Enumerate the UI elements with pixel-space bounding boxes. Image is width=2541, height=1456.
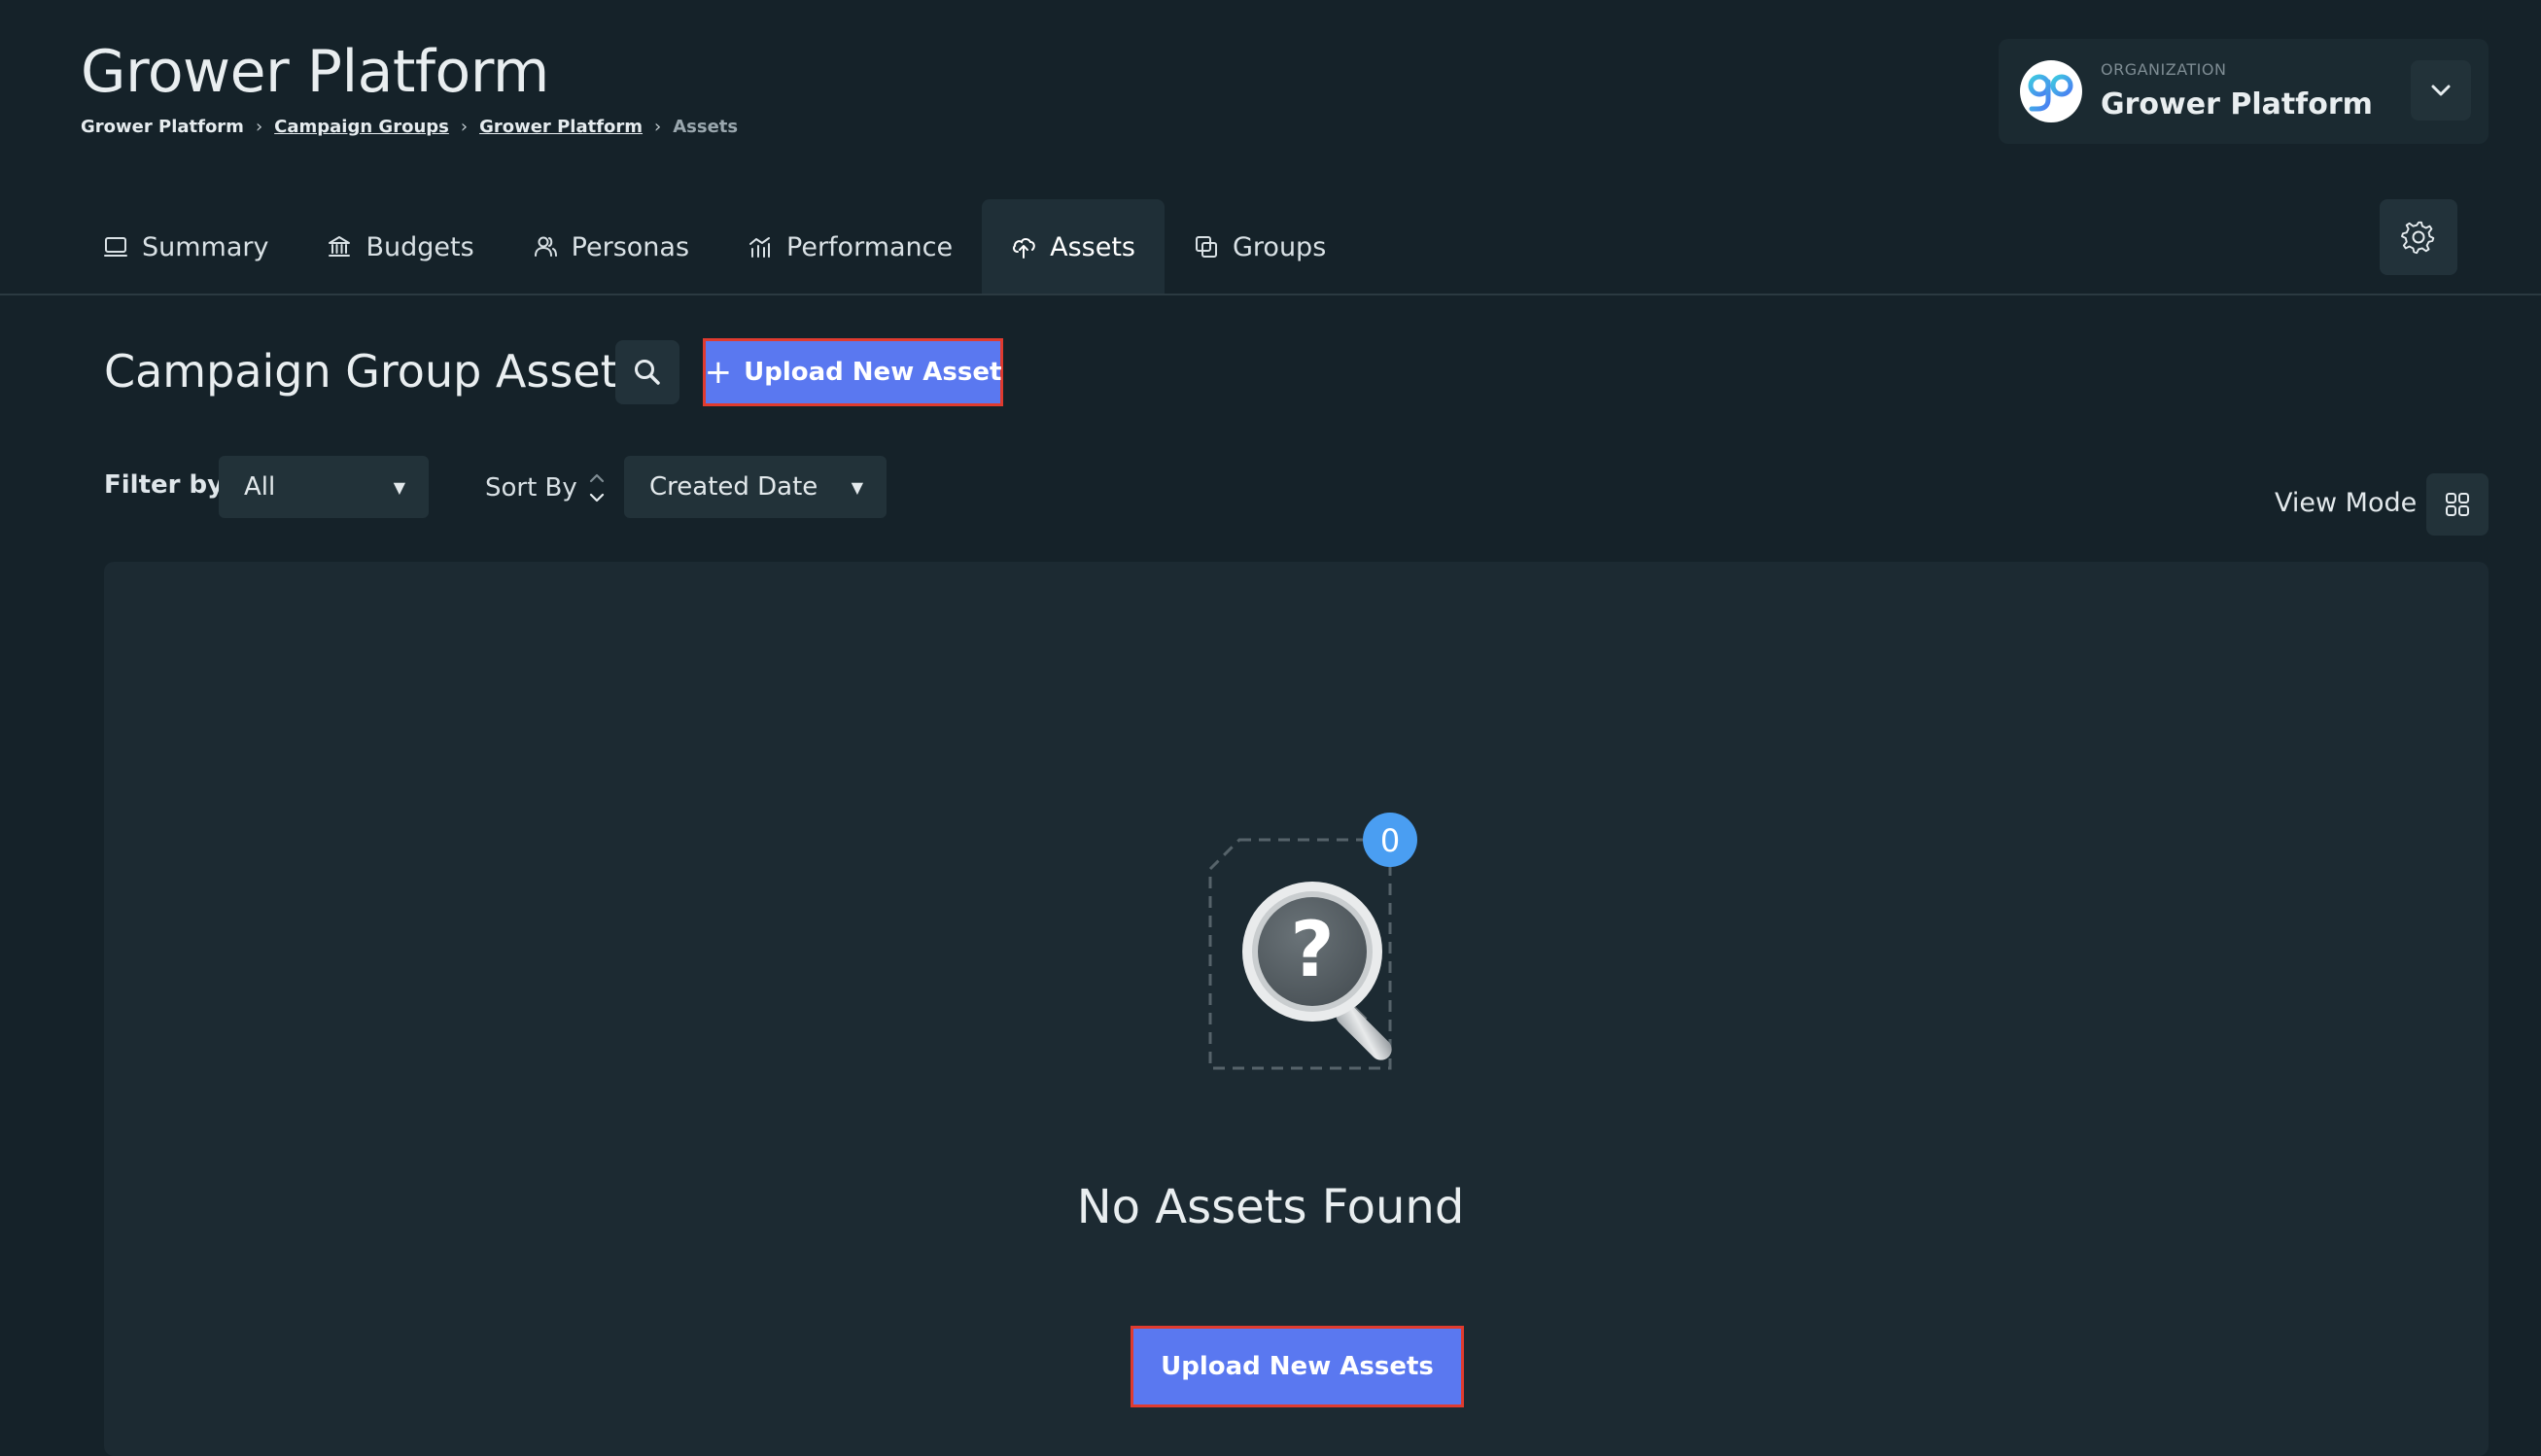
gp-logo-icon	[2028, 74, 2073, 113]
grid-icon	[2446, 493, 2469, 516]
breadcrumb: Grower Platform › Campaign Groups › Grow…	[81, 117, 738, 137]
upload-button-label: Upload New Asset	[744, 358, 1002, 387]
filter-value: All	[244, 472, 276, 502]
empty-state-title: No Assets Found	[1076, 1180, 1465, 1234]
search-icon	[635, 360, 660, 385]
organization-label: ORGANIZATION	[2101, 60, 2227, 79]
copy-icon	[1196, 236, 1217, 258]
caret-down-icon: ▼	[851, 477, 863, 497]
organization-name: Grower Platform	[2101, 87, 2373, 121]
app-title: Grower Platform	[81, 38, 549, 106]
filter-label: Filter by	[104, 470, 225, 500]
tab-personas[interactable]: Personas	[504, 199, 718, 295]
breadcrumb-separator: ›	[255, 117, 263, 137]
tab-summary[interactable]: Summary	[74, 199, 297, 295]
view-mode-label: View Mode	[2275, 488, 2418, 518]
sort-by-label: Sort By	[485, 473, 577, 503]
search-button[interactable]	[615, 340, 679, 404]
view-mode-button[interactable]	[2426, 473, 2489, 536]
breadcrumb-separator: ›	[654, 117, 662, 137]
sort-arrows-icon	[589, 473, 604, 503]
breadcrumb-item-grower-platform[interactable]: Grower Platform	[479, 117, 643, 137]
filter-select[interactable]: All ▼	[219, 456, 429, 518]
organization-dropdown-button[interactable]	[2411, 60, 2471, 121]
sort-by-toggle[interactable]: Sort By	[485, 470, 607, 505]
tab-label: Performance	[786, 231, 954, 262]
bank-icon	[329, 236, 351, 257]
breadcrumb-item-current: Assets	[673, 117, 739, 137]
breadcrumb-item-campaign-groups[interactable]: Campaign Groups	[274, 117, 449, 137]
gear-icon	[2401, 221, 2435, 255]
question-mark: ?	[1290, 907, 1334, 994]
tab-label: Groups	[1233, 231, 1327, 262]
organization-switcher[interactable]: ORGANIZATION Grower Platform	[1999, 39, 2489, 144]
sort-value: Created Date	[649, 472, 818, 502]
tab-label: Personas	[571, 231, 690, 262]
organization-logo	[2020, 60, 2082, 122]
tabs-divider	[0, 294, 2541, 295]
tab-budgets[interactable]: Budgets	[297, 199, 503, 295]
tab-label: Summary	[142, 231, 269, 262]
page-title: Campaign Group Assets	[104, 345, 642, 398]
count-badge-value: 0	[1380, 822, 1400, 859]
upload-new-assets-button[interactable]: Upload New Assets	[1131, 1326, 1464, 1407]
tab-assets[interactable]: Assets	[982, 199, 1165, 295]
tab-label: Budgets	[365, 231, 474, 262]
empty-state-illustration: ? 0	[1208, 813, 1417, 1070]
settings-button[interactable]	[2380, 199, 2457, 275]
plus-icon: +	[704, 353, 733, 392]
monitor-icon	[104, 237, 127, 257]
tab-groups[interactable]: Groups	[1165, 199, 1355, 295]
chevron-down-icon	[2431, 85, 2451, 96]
tab-label: Assets	[1050, 231, 1135, 262]
users-icon	[534, 236, 557, 257]
caret-down-icon: ▼	[393, 477, 405, 497]
sort-select[interactable]: Created Date ▼	[624, 456, 887, 518]
tab-performance[interactable]: Performance	[718, 199, 982, 295]
chart-icon	[749, 237, 771, 258]
tab-bar: Summary Budgets Personas Performance Ass…	[74, 199, 1355, 295]
cloud-upload-icon	[1013, 238, 1035, 259]
breadcrumb-separator: ›	[460, 117, 469, 137]
breadcrumb-item-root[interactable]: Grower Platform	[81, 117, 244, 137]
upload-new-asset-button[interactable]: + Upload New Asset	[703, 338, 1003, 406]
